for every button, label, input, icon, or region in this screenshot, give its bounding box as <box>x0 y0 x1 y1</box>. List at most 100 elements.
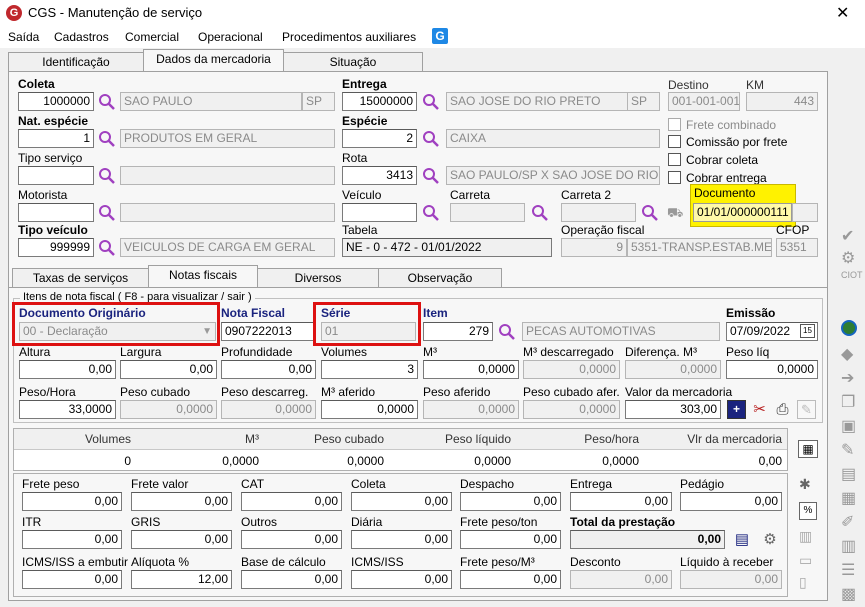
frete-valor-input[interactable]: 0,00 <box>131 492 232 511</box>
tab-dados-mercadoria[interactable]: Dados da mercadoria <box>143 49 284 71</box>
gear-icon[interactable]: ⚙ <box>841 248 859 267</box>
carreta2-input[interactable] <box>561 203 636 222</box>
grid-icon[interactable]: ▦ <box>841 488 859 507</box>
copy-icon[interactable]: ❐ <box>841 392 859 411</box>
menu-saida[interactable]: Saída <box>8 30 39 44</box>
veiculo-search-icon[interactable] <box>422 204 440 222</box>
profundidade-input[interactable]: 0,00 <box>221 360 316 379</box>
coleta-input[interactable]: 1000000 <box>18 92 94 111</box>
frete-combinado-checkbox[interactable] <box>668 118 681 131</box>
item-search-icon[interactable] <box>498 323 516 341</box>
despacho-input[interactable]: 0,00 <box>460 492 561 511</box>
summary-table-icon[interactable]: ▦ <box>798 440 818 458</box>
tab-situacao[interactable]: Situação <box>283 52 423 72</box>
tag-icon[interactable]: ◆ <box>841 344 859 363</box>
tab-notas-fiscais[interactable]: Notas fiscais <box>148 265 258 287</box>
veiculo-input[interactable] <box>342 203 417 222</box>
comissao-checkbox[interactable] <box>668 135 681 148</box>
base-calculo-input[interactable]: 0,00 <box>241 570 342 589</box>
calc-gray-icon[interactable]: ▥ <box>799 528 817 546</box>
edit-icon[interactable]: ✎ <box>797 400 816 419</box>
coleta-fee-input[interactable]: 0,00 <box>351 492 452 511</box>
itr-input[interactable]: 0,00 <box>22 530 122 549</box>
frete-peso-input[interactable]: 0,00 <box>22 492 122 511</box>
valor-mercadoria-input[interactable]: 303,00 <box>625 400 721 419</box>
rota-search-icon[interactable] <box>422 167 440 185</box>
folder-icon[interactable]: ▥ <box>841 536 859 555</box>
rota-input[interactable]: 3413 <box>342 166 417 185</box>
tipo-veiculo-input[interactable]: 999999 <box>18 238 94 257</box>
percent-doc-icon[interactable]: % <box>799 502 817 520</box>
icms-iss-input[interactable]: 0,00 <box>351 570 452 589</box>
especie-search-icon[interactable] <box>422 130 440 148</box>
volumes-input[interactable]: 3 <box>321 360 418 379</box>
especie-input[interactable]: 2 <box>342 129 417 148</box>
menu-procedimentos[interactable]: Procedimentos auxiliares <box>282 30 416 44</box>
menu-comercial[interactable]: Comercial <box>125 30 179 44</box>
check-icon[interactable]: ✔ <box>841 226 859 245</box>
tools-icon[interactable]: ✂ <box>750 400 769 419</box>
diaria-input[interactable]: 0,00 <box>351 530 452 549</box>
menu-cadastros[interactable]: Cadastros <box>54 30 109 44</box>
icms-embutir-input[interactable]: 0,00 <box>22 570 122 589</box>
carreta-search-icon[interactable] <box>531 204 549 222</box>
globe-icon[interactable] <box>841 320 857 336</box>
documento-input[interactable]: 01/01/000000111 <box>693 203 792 222</box>
motorista-input[interactable] <box>18 203 94 222</box>
altura-input[interactable]: 0,00 <box>19 360 116 379</box>
calculator-icon[interactable]: ▤ <box>732 531 752 549</box>
peso-hora-input[interactable]: 33,0000 <box>19 400 116 419</box>
entrega-search-icon[interactable] <box>422 93 440 111</box>
tab-identificacao[interactable]: Identificação <box>8 52 144 72</box>
nota-fiscal-input[interactable]: 0907222013 <box>221 322 315 341</box>
pedagio-input[interactable]: 0,00 <box>680 492 782 511</box>
settings-gear-icon[interactable]: ⚙ <box>760 531 780 549</box>
coleta-search-icon[interactable] <box>98 93 116 111</box>
close-icon[interactable]: ✕ <box>836 3 849 23</box>
tipo-servico-search-icon[interactable] <box>98 167 116 185</box>
bug-icon[interactable]: ✱ <box>799 476 817 494</box>
aliquota-input[interactable]: 12,00 <box>131 570 232 589</box>
box-icon[interactable]: ▤ <box>841 464 859 483</box>
stack-icon[interactable]: ▩ <box>841 584 859 603</box>
nat-especie-search-icon[interactable] <box>98 130 116 148</box>
peso-liq-input[interactable]: 0,0000 <box>726 360 818 379</box>
list-icon[interactable]: ☰ <box>841 560 859 579</box>
cobrar-coleta-checkbox[interactable] <box>668 153 681 166</box>
tab-taxas-servicos[interactable]: Taxas de serviços <box>12 268 149 288</box>
tab-diversos[interactable]: Diversos <box>257 268 379 288</box>
add-item-icon[interactable]: + <box>727 400 746 419</box>
calendar-icon[interactable]: 15 <box>800 324 815 338</box>
carreta2-search-icon[interactable] <box>641 204 659 222</box>
refresh-icon[interactable]: G <box>432 28 448 44</box>
paint-icon[interactable]: ✎ <box>841 440 859 459</box>
motorista-search-icon[interactable] <box>98 204 116 222</box>
tipo-servico-input[interactable] <box>18 166 94 185</box>
frete-peso-ton-input[interactable]: 0,00 <box>460 530 561 549</box>
frete-peso-m3-input[interactable]: 0,00 <box>460 570 561 589</box>
largura-input[interactable]: 0,00 <box>120 360 217 379</box>
comment-icon[interactable]: ▭ <box>799 552 817 570</box>
serie-input[interactable]: 01 <box>321 322 416 341</box>
cat-input[interactable]: 0,00 <box>241 492 342 511</box>
menu-operacional[interactable]: Operacional <box>198 30 263 44</box>
carreta-input[interactable] <box>450 203 525 222</box>
truck-small-icon[interactable]: ⛟ <box>667 205 687 220</box>
device-icon[interactable]: ▯ <box>799 574 817 592</box>
tab-observacao[interactable]: Observação <box>378 268 502 288</box>
gris-input[interactable]: 0,00 <box>131 530 232 549</box>
pen-icon[interactable]: ✐ <box>841 512 859 531</box>
tabela-input[interactable]: NE - 0 - 472 - 01/01/2022 <box>342 238 552 257</box>
ciot-icon[interactable]: CIOT <box>841 270 863 288</box>
entrega-input[interactable]: 15000000 <box>342 92 417 111</box>
item-input[interactable]: 279 <box>423 322 493 341</box>
doc-originario-select[interactable]: 00 - Declaração ▼ <box>19 322 216 341</box>
entrega-fee-input[interactable]: 0,00 <box>570 492 672 511</box>
arrow-doc-icon[interactable]: ➔ <box>841 368 859 387</box>
nat-especie-input[interactable]: 1 <box>18 129 94 148</box>
outros-input[interactable]: 0,00 <box>241 530 342 549</box>
print-icon[interactable]: ⎙ <box>773 400 792 419</box>
tipo-veiculo-search-icon[interactable] <box>98 239 116 257</box>
cobrar-entrega-checkbox[interactable] <box>668 171 681 184</box>
m3-input[interactable]: 0,0000 <box>423 360 519 379</box>
